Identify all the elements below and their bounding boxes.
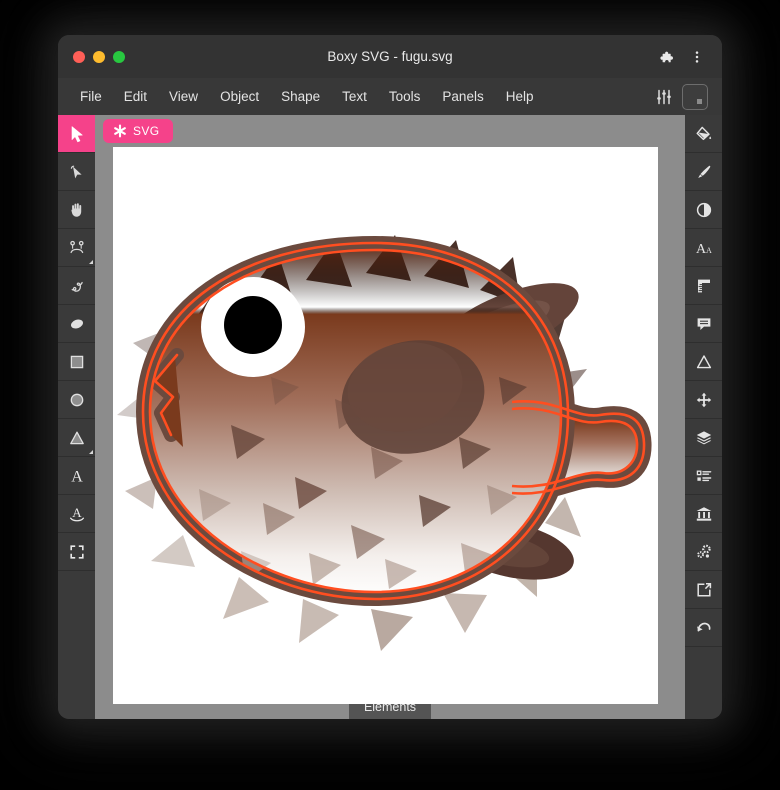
menu-shape[interactable]: Shape bbox=[270, 84, 331, 109]
submenu-indicator bbox=[89, 260, 93, 264]
fugu-pufferfish-illustration bbox=[113, 147, 658, 704]
text-on-path-tool[interactable]: A bbox=[58, 495, 95, 533]
history-panel[interactable] bbox=[685, 609, 722, 647]
fill-panel[interactable] bbox=[685, 115, 722, 153]
stroke-panel[interactable] bbox=[685, 153, 722, 191]
menu-panels[interactable]: Panels bbox=[431, 84, 494, 109]
text-tool[interactable]: A bbox=[58, 457, 95, 495]
menu-edit[interactable]: Edit bbox=[113, 84, 158, 109]
layers-panel[interactable] bbox=[685, 419, 722, 457]
menu-help[interactable]: Help bbox=[495, 84, 545, 109]
titlebar-actions bbox=[654, 44, 722, 70]
title-bar: Boxy SVG - fugu.svg bbox=[58, 35, 722, 78]
puzzle-extensions-icon[interactable] bbox=[654, 44, 680, 70]
asterisk-icon bbox=[113, 124, 127, 138]
sliders-settings-icon[interactable] bbox=[655, 88, 673, 106]
rectangle-tool[interactable] bbox=[58, 343, 95, 381]
menu-bar: File Edit View Object Shape Text Tools P… bbox=[58, 78, 722, 115]
svg-text:A: A bbox=[706, 246, 712, 255]
document-tab-label: SVG bbox=[133, 124, 160, 138]
menu-object[interactable]: Object bbox=[209, 84, 270, 109]
pen-tool[interactable] bbox=[58, 267, 95, 305]
canvas-column: SVG bbox=[95, 115, 685, 719]
transform-tool[interactable] bbox=[58, 229, 95, 267]
close-button[interactable] bbox=[73, 51, 85, 63]
submenu-indicator bbox=[89, 450, 93, 454]
pan-tool[interactable] bbox=[58, 191, 95, 229]
workspace: A A bbox=[58, 115, 722, 719]
selection-tool[interactable] bbox=[58, 115, 95, 153]
canvas-viewport[interactable] bbox=[95, 147, 685, 655]
document-tab-strip: SVG bbox=[95, 115, 685, 147]
screenshot-root: Boxy SVG - fugu.svg File E bbox=[0, 0, 780, 790]
ellipse-tool[interactable] bbox=[58, 381, 95, 419]
application-window: Boxy SVG - fugu.svg File E bbox=[58, 35, 722, 719]
objects-panel[interactable] bbox=[685, 457, 722, 495]
maximize-button[interactable] bbox=[113, 51, 125, 63]
menu-tools[interactable]: Tools bbox=[378, 84, 432, 109]
direct-selection-tool[interactable] bbox=[58, 153, 95, 191]
export-panel[interactable] bbox=[685, 571, 722, 609]
window-title: Boxy SVG - fugu.svg bbox=[58, 49, 722, 64]
blob-tool[interactable] bbox=[58, 305, 95, 343]
defs-panel[interactable] bbox=[685, 533, 722, 571]
window-controls bbox=[73, 51, 125, 63]
color-swatch-button[interactable] bbox=[682, 84, 708, 110]
crop-tool[interactable] bbox=[58, 533, 95, 571]
filters-panel[interactable] bbox=[685, 191, 722, 229]
transform-panel[interactable] bbox=[685, 381, 722, 419]
svg-text:A: A bbox=[72, 505, 82, 520]
shape-panel[interactable] bbox=[685, 343, 722, 381]
measure-panel[interactable] bbox=[685, 267, 722, 305]
left-toolbar: A A bbox=[58, 115, 95, 719]
artboard[interactable] bbox=[113, 147, 658, 704]
document-tab-svg[interactable]: SVG bbox=[103, 119, 173, 143]
menu-view[interactable]: View bbox=[158, 84, 209, 109]
menu-text[interactable]: Text bbox=[331, 84, 378, 109]
minimize-button[interactable] bbox=[93, 51, 105, 63]
library-panel[interactable] bbox=[685, 495, 722, 533]
menubar-actions bbox=[655, 84, 711, 110]
comments-panel[interactable] bbox=[685, 305, 722, 343]
polygon-tool[interactable] bbox=[58, 419, 95, 457]
svg-text:A: A bbox=[71, 468, 83, 484]
overflow-menu-icon[interactable] bbox=[684, 44, 710, 70]
typography-panel[interactable]: A A bbox=[685, 229, 722, 267]
menu-file[interactable]: File bbox=[69, 84, 113, 109]
right-toolbar: A A bbox=[685, 115, 722, 719]
